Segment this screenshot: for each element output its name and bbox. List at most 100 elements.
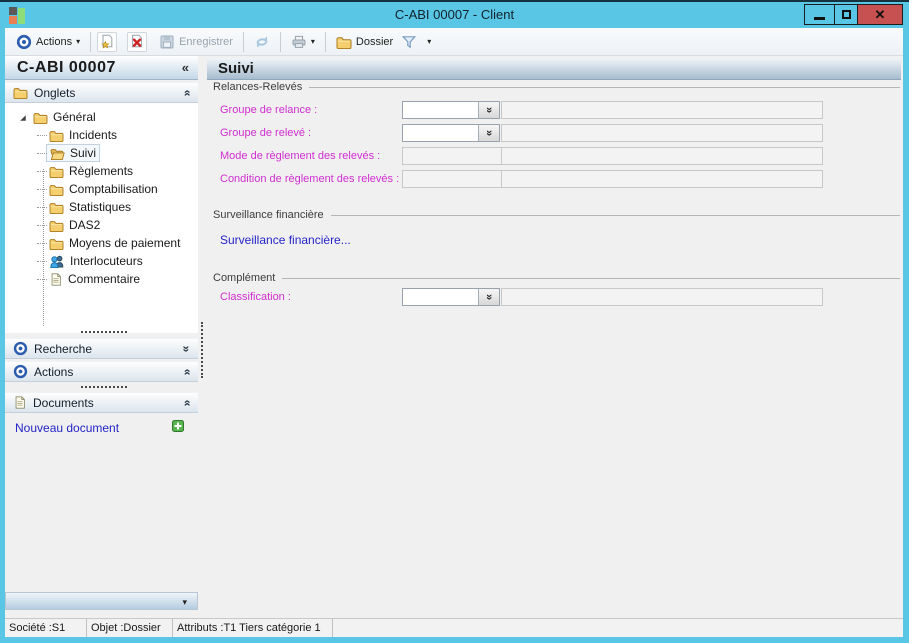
delete-document-icon (129, 34, 145, 50)
group-title: Surveillance financière (213, 209, 324, 221)
surveillance-financiere-link[interactable]: Surveillance financière... (220, 233, 351, 247)
classification-combo[interactable]: » (402, 288, 500, 306)
groupe-releve-combo[interactable]: » (402, 124, 500, 142)
application-window: C-ABI 00007 - Client ✕ Actions ▾ Enregis… (0, 0, 909, 643)
tree-item-general[interactable]: Général (17, 108, 96, 126)
folder-icon (49, 183, 64, 196)
expander-icon[interactable] (17, 112, 28, 123)
actions-menu-label: Actions (36, 35, 73, 48)
recherche-target-icon (13, 341, 28, 356)
tree-item-das2[interactable]: DAS2 (37, 216, 101, 234)
documents-section-header[interactable]: Documents » (5, 392, 198, 413)
actions-section-header[interactable]: Actions » (5, 361, 198, 382)
save-button[interactable]: Enregistrer (155, 32, 237, 52)
recherche-section-header[interactable]: Recherche » (5, 338, 198, 359)
classification-description-field (501, 288, 823, 306)
close-button[interactable]: ✕ (858, 5, 902, 24)
tree-item-label: Statistiques (69, 200, 132, 214)
collapse-chevron-icon: » (179, 89, 194, 96)
document-icon (13, 395, 27, 410)
splitter-handle (201, 322, 203, 378)
dossier-label: Dossier (355, 35, 394, 48)
toolbar-separator (90, 31, 92, 52)
tree-item-commentaire[interactable]: Commentaire (37, 270, 141, 288)
toolbar-separator (242, 31, 244, 52)
group-rule (282, 277, 900, 279)
status-bar: Société :S1 Objet :Dossier Attributs :T1… (5, 618, 903, 637)
tree-connector (37, 243, 47, 244)
tree-connector (37, 207, 47, 208)
field-label: Mode de règlement des relevés : (220, 150, 381, 162)
vertical-splitter[interactable] (198, 56, 207, 618)
splitter-handle[interactable] (81, 331, 127, 333)
print-button[interactable]: ▾ (287, 32, 319, 52)
new-record-button[interactable] (97, 31, 118, 52)
field-row-mode-reglement: Mode de règlement des relevés : (207, 147, 903, 165)
actions-target-icon (13, 364, 28, 379)
window-border-right (903, 28, 909, 637)
tree-item-incidents[interactable]: Incidents (37, 126, 117, 144)
group-title: Relances-Relevés (213, 81, 303, 93)
dossier-button[interactable]: Dossier (332, 33, 397, 51)
add-document-button[interactable] (172, 420, 184, 432)
field-label: Classification : (220, 291, 291, 303)
page-header: Suivi (207, 58, 901, 80)
window-border-bottom (0, 637, 909, 643)
filter-dropdown-icon: ▾ (427, 36, 432, 46)
group-relances-releves: Relances-Relevés (213, 80, 900, 94)
folder-icon (336, 35, 352, 49)
record-title: C-ABI 00007 (17, 58, 116, 76)
maximize-button[interactable] (835, 5, 858, 24)
combo-dropdown-button[interactable]: » (478, 289, 499, 305)
combo-dropdown-button[interactable]: » (478, 125, 499, 141)
tree-item-label: DAS2 (69, 218, 101, 232)
recherche-label: Recherche (34, 341, 93, 356)
status-societe: Société :S1 (5, 619, 87, 637)
combo-chevron-icon: » (483, 293, 495, 301)
folder-open-icon (50, 147, 65, 160)
tree-item-suivi[interactable]: Suivi (37, 144, 101, 162)
folder-icon (49, 237, 64, 250)
splitter-handle[interactable] (81, 386, 127, 388)
tree-item-label: Suivi (70, 146, 97, 160)
actions-menu-button[interactable]: Actions ▾ (12, 32, 84, 52)
filter-button[interactable]: ▾ (397, 32, 435, 52)
toolbar-separator (324, 31, 326, 52)
toolbar: Actions ▾ Enregistrer ▾ Dossier ▾ (5, 28, 903, 56)
sidebar-footer-bar[interactable]: ▾ (5, 592, 198, 610)
combo-chevron-icon: » (483, 106, 495, 114)
field-row-classification: Classification : » (207, 288, 903, 306)
footer-dropdown-icon: ▾ (182, 597, 187, 607)
combo-chevron-icon: » (483, 129, 495, 137)
window-border-left (0, 28, 5, 637)
tree-connector (37, 171, 47, 172)
onglets-tree: Général Incidents Suivi Règlements Compt… (5, 103, 198, 333)
folder-icon (33, 111, 48, 124)
combo-dropdown-button[interactable]: » (478, 102, 499, 118)
tree-item-moyens-de-paiement[interactable]: Moyens de paiement (37, 234, 180, 252)
tree-item-label: Commentaire (68, 272, 141, 286)
toolbar-separator (279, 31, 281, 52)
minimize-button[interactable] (805, 5, 835, 24)
status-attributs: Attributs :T1 Tiers catégorie 1 (173, 619, 333, 637)
delete-record-button[interactable] (127, 31, 148, 52)
record-header: C-ABI 00007 « (5, 56, 198, 80)
sidebar: C-ABI 00007 « Onglets » Général Incident… (5, 56, 198, 618)
selected-item-highlight: Suivi (46, 144, 101, 162)
tree-item-interlocuteurs[interactable]: Interlocuteurs (37, 252, 143, 270)
onglets-section-header[interactable]: Onglets » (5, 82, 198, 103)
folder-icon (49, 219, 64, 232)
actions-dropdown-icon: ▾ (76, 36, 81, 46)
nouveau-document-link[interactable]: Nouveau document (5, 421, 119, 435)
tree-item-reglements[interactable]: Règlements (37, 162, 134, 180)
tree-item-statistiques[interactable]: Statistiques (37, 198, 132, 216)
filter-funnel-icon (401, 34, 417, 50)
people-icon (49, 254, 65, 268)
groupe-relance-combo[interactable]: » (402, 101, 500, 119)
sidebar-collapse-button[interactable]: « (182, 60, 198, 75)
tree-item-label: Règlements (69, 164, 134, 178)
new-document-star-icon (99, 34, 115, 50)
documents-label: Documents (33, 395, 94, 410)
tree-item-comptabilisation[interactable]: Comptabilisation (37, 180, 158, 198)
refresh-button[interactable] (250, 32, 274, 52)
